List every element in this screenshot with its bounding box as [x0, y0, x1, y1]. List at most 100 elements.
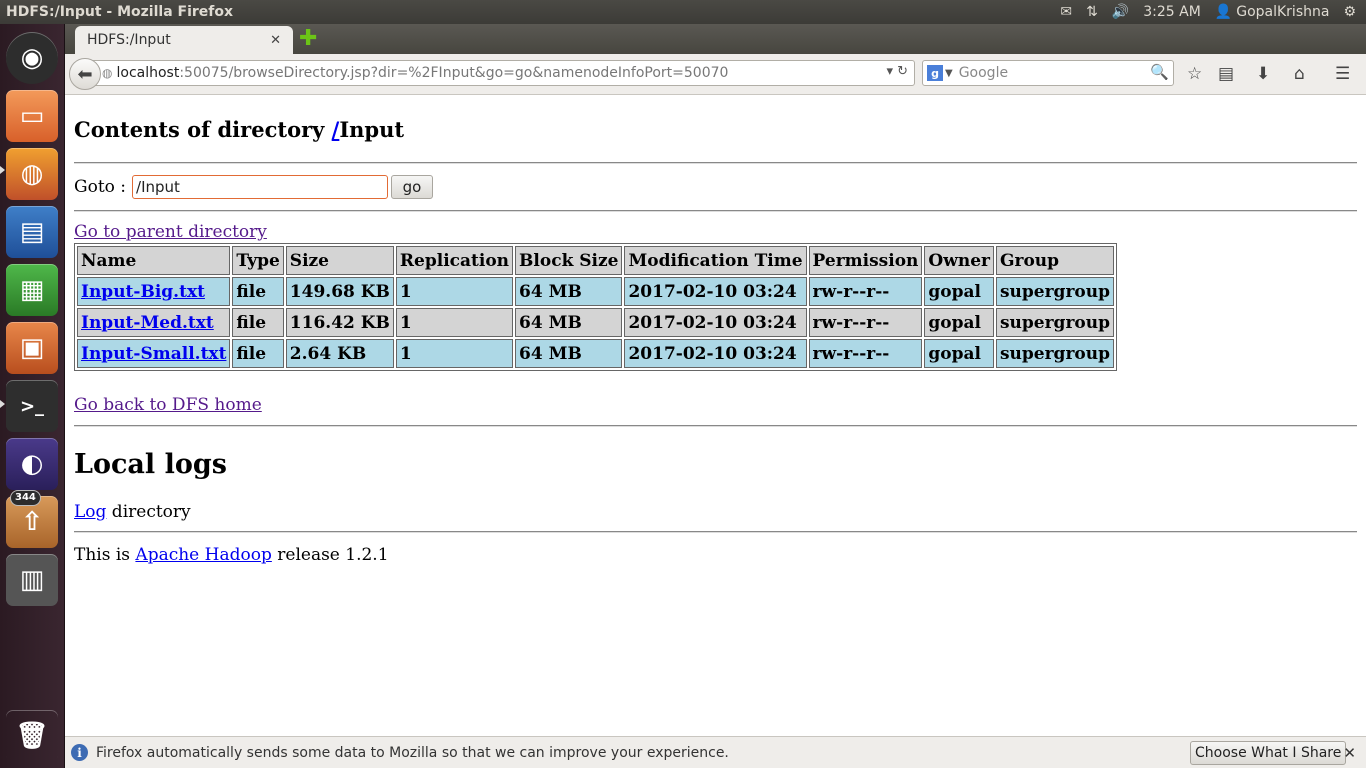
reading-list-icon[interactable]: ▤ [1218, 64, 1234, 84]
log-line: Log directory [74, 502, 191, 522]
table-cell: supergroup [995, 308, 1114, 337]
url-host: localhost [116, 65, 180, 81]
column-header: Group [995, 246, 1114, 275]
table-cell: supergroup [995, 339, 1114, 368]
column-header: Size [285, 246, 394, 275]
goto-input[interactable] [132, 175, 389, 199]
divider [74, 531, 1357, 533]
column-header: Type [232, 246, 284, 275]
tab-label: HDFS:/Input [87, 32, 171, 48]
user-menu[interactable]: 👤 GopalKrishna [1215, 4, 1330, 20]
table-row: Input-Small.txt file 2.64 KB 1 64 MB 201… [77, 339, 1114, 368]
table-cell: 1 [395, 277, 514, 306]
table-cell: 116.42 KB [285, 308, 394, 337]
running-indicator [0, 400, 5, 408]
table-cell: file [232, 277, 284, 306]
dfs-home-link[interactable]: Go back to DFS home [74, 395, 262, 415]
table-cell: 64 MB [515, 277, 623, 306]
page-content: Contents of directory /Input Goto : go G… [65, 95, 1366, 736]
writer-icon[interactable]: ▤ [6, 206, 58, 258]
running-indicator [0, 166, 5, 174]
table-cell: rw-r--r-- [808, 339, 923, 368]
network-icon[interactable]: ⇅ [1086, 4, 1098, 20]
home-icon[interactable]: ⌂ [1294, 64, 1305, 84]
column-header: Replication [395, 246, 514, 275]
volume-icon[interactable]: 🔊 [1112, 4, 1129, 20]
table-cell: 1 [395, 339, 514, 368]
column-header: Name [77, 246, 231, 275]
table-cell: gopal [924, 339, 994, 368]
table-cell: 149.68 KB [285, 277, 394, 306]
search-icon[interactable]: 🔍 [1150, 63, 1169, 81]
globe-icon: ◍ [102, 66, 113, 80]
choose-what-i-share-button[interactable]: Choose What I Share [1190, 741, 1347, 765]
reload-icon[interactable]: ▾ ↻ [886, 64, 908, 79]
gear-icon[interactable]: ⚙ [1343, 4, 1356, 20]
close-icon[interactable]: ✕ [270, 33, 281, 48]
column-header: Block Size [515, 246, 623, 275]
parent-directory-link[interactable]: Go to parent directory [74, 222, 267, 242]
firefox-icon[interactable]: ◍ [6, 148, 58, 200]
new-tab-icon[interactable]: ✚ [299, 28, 317, 50]
table-header-row: Name Type Size Replication Block Size Mo… [77, 246, 1114, 275]
local-logs-heading: Local logs [74, 449, 227, 480]
tab-bar: HDFS:/Input ✕ ✚ [65, 24, 1366, 54]
google-icon[interactable]: g [927, 65, 943, 81]
table-cell: 2017-02-10 03:24 [624, 277, 807, 306]
trash-icon[interactable]: 🗑 [6, 710, 58, 762]
clock[interactable]: 3:25 AM [1143, 4, 1201, 20]
table-cell: rw-r--r-- [808, 308, 923, 337]
log-link[interactable]: Log [74, 502, 106, 522]
table-cell: 2017-02-10 03:24 [624, 308, 807, 337]
table-cell: file [232, 339, 284, 368]
files-icon[interactable]: ▭ [6, 90, 58, 142]
table-cell: 2017-02-10 03:24 [624, 339, 807, 368]
url-bar[interactable]: ◍ localhost :50075/browseDirectory.jsp?d… [85, 60, 915, 86]
back-button[interactable]: ⬅ [69, 58, 101, 90]
system-tray: ✉ ⇅ 🔊 3:25 AM 👤 GopalKrishna ⚙ [1060, 4, 1366, 20]
directory-table: Name Type Size Replication Block Size Mo… [74, 243, 1117, 371]
eclipse-icon[interactable]: ◐ [6, 438, 58, 490]
workspace-switcher-icon[interactable]: ▥ [6, 554, 58, 606]
tab-hdfs-input[interactable]: HDFS:/Input ✕ [75, 26, 293, 54]
file-link[interactable]: Input-Small.txt [81, 344, 226, 364]
table-cell: rw-r--r-- [808, 277, 923, 306]
divider [74, 425, 1357, 427]
column-header: Modification Time [624, 246, 807, 275]
notification-message: Firefox automatically sends some data to… [96, 744, 729, 761]
apache-hadoop-link[interactable]: Apache Hadoop [135, 545, 271, 565]
divider [74, 210, 1357, 212]
notification-bar: i Firefox automatically sends some data … [65, 736, 1366, 768]
user-icon: 👤 [1214, 4, 1233, 20]
menu-icon[interactable]: ☰ [1335, 64, 1350, 84]
table-cell: file [232, 308, 284, 337]
goto-label: Goto : [74, 177, 127, 197]
search-bar[interactable]: g ▼ Google 🔍 [922, 60, 1174, 86]
go-button[interactable]: go [391, 175, 434, 199]
firefox-window: HDFS:/Input ✕ ✚ ◍ localhost :50075/brows… [65, 24, 1366, 768]
table-cell: 1 [395, 308, 514, 337]
info-icon: i [71, 744, 88, 761]
table-cell: gopal [924, 308, 994, 337]
column-header: Permission [808, 246, 923, 275]
search-engine-dropdown-icon[interactable]: ▼ [945, 68, 953, 79]
close-icon[interactable]: ✕ [1343, 744, 1356, 762]
bookmark-star-icon[interactable]: ☆ [1187, 64, 1202, 84]
software-updater-icon[interactable]: ⇧ 344 [6, 490, 58, 548]
ubuntu-dash-icon[interactable]: ◉ [6, 32, 58, 84]
table-cell: gopal [924, 277, 994, 306]
file-link[interactable]: Input-Med.txt [81, 313, 214, 333]
page-heading: Contents of directory /Input [74, 117, 405, 142]
terminal-icon[interactable]: >_ [6, 380, 58, 432]
file-link[interactable]: Input-Big.txt [81, 282, 205, 302]
back-arrow-icon: ⬅ [77, 63, 93, 85]
window-title: HDFS:/Input - Mozilla Firefox [6, 4, 234, 20]
calc-icon[interactable]: ▦ [6, 264, 58, 316]
table-cell: 2.64 KB [285, 339, 394, 368]
impress-icon[interactable]: ▣ [6, 322, 58, 374]
mail-icon[interactable]: ✉ [1060, 4, 1072, 20]
top-panel: HDFS:/Input - Mozilla Firefox ✉ ⇅ 🔊 3:25… [0, 0, 1366, 24]
column-header: Owner [924, 246, 994, 275]
downloads-icon[interactable]: ⬇ [1256, 64, 1270, 84]
table-row: Input-Big.txt file 149.68 KB 1 64 MB 201… [77, 277, 1114, 306]
